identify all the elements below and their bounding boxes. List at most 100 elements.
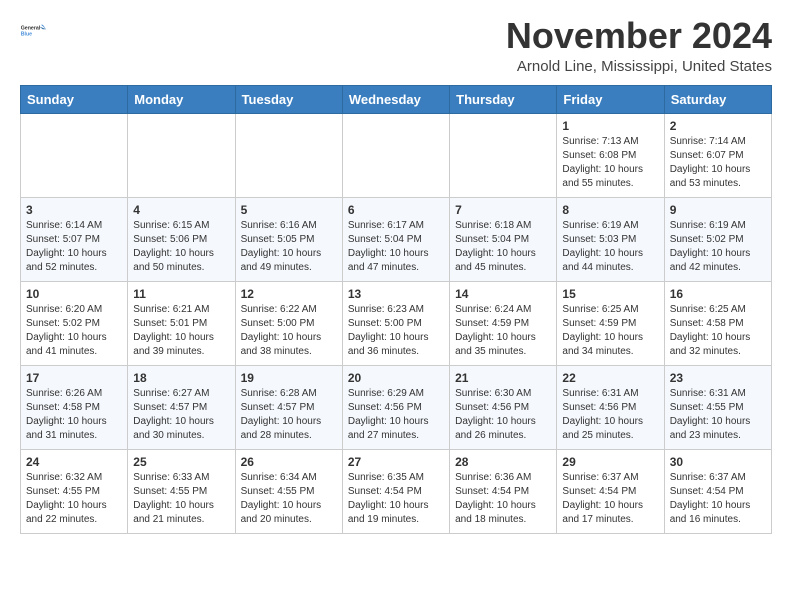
day-number: 21 — [455, 371, 551, 385]
calendar-cell: 27 Sunrise: 6:35 AM Sunset: 4:54 PM Dayli… — [342, 449, 449, 533]
day-info: Sunrise: 7:14 AM Sunset: 6:07 PM Dayligh… — [670, 135, 766, 191]
calendar-cell: 9Sunrise: 6:19 AM Sunset: 5:02 PM Daylig… — [664, 197, 771, 281]
day-info: Sunrise: 6:15 AM Sunset: 5:06 PM Dayligh… — [133, 219, 229, 275]
calendar-cell — [342, 113, 449, 197]
calendar-cell: 18Sunrise: 6:27 AM Sunset: 4:57 PM Dayli… — [128, 365, 235, 449]
calendar-cell: 29 Sunrise: 6:37 AM Sunset: 4:54 PM Dayli… — [557, 449, 664, 533]
day-number: 27 — [348, 455, 444, 469]
day-number: 11 — [133, 287, 229, 301]
header-row: Sunday Monday Tuesday Wednesday Thursday… — [21, 85, 772, 113]
col-sunday: Sunday — [21, 85, 128, 113]
day-info: Sunrise: 6:25 AM Sunset: 4:59 PM Dayligh… — [562, 303, 658, 359]
calendar-cell: 6 Sunrise: 6:17 AM Sunset: 5:04 PM Daylig… — [342, 197, 449, 281]
day-info: Sunrise: 6:23 AM Sunset: 5:00 PM Dayligh… — [348, 303, 444, 359]
col-thursday: Thursday — [450, 85, 557, 113]
day-number: 12 — [241, 287, 337, 301]
day-info: Sunrise: 6:31 AM Sunset: 4:55 PM Dayligh… — [670, 387, 766, 443]
day-number: 1 — [562, 119, 658, 133]
day-number: 6 — [348, 203, 444, 217]
day-info: Sunrise: 6:36 AM Sunset: 4:54 PM Dayligh… — [455, 471, 551, 527]
svg-text:General: General — [21, 25, 41, 31]
day-number: 14 — [455, 287, 551, 301]
calendar-cell: 8 Sunrise: 6:19 AM Sunset: 5:03 PM Daylig… — [557, 197, 664, 281]
calendar-cell: 25 Sunrise: 6:33 AM Sunset: 4:55 PM Dayli… — [128, 449, 235, 533]
calendar-cell: 5 Sunrise: 6:16 AM Sunset: 5:05 PM Daylig… — [235, 197, 342, 281]
day-info: Sunrise: 6:26 AM Sunset: 4:58 PM Dayligh… — [26, 387, 122, 443]
day-info: Sunrise: 6:20 AM Sunset: 5:02 PM Dayligh… — [26, 303, 122, 359]
day-number: 4 — [133, 203, 229, 217]
day-number: 26 — [241, 455, 337, 469]
logo-icon: GeneralBlue — [20, 16, 48, 44]
calendar-cell: 1Sunrise: 7:13 AM Sunset: 6:08 PM Daylig… — [557, 113, 664, 197]
calendar-cell: 23Sunrise: 6:31 AM Sunset: 4:55 PM Dayli… — [664, 365, 771, 449]
calendar-cell — [21, 113, 128, 197]
col-monday: Monday — [128, 85, 235, 113]
calendar-cell: 10Sunrise: 6:20 AM Sunset: 5:02 PM Dayli… — [21, 281, 128, 365]
calendar-cell: 20 Sunrise: 6:29 AM Sunset: 4:56 PM Dayli… — [342, 365, 449, 449]
day-number: 29 — [562, 455, 658, 469]
calendar-cell: 30 Sunrise: 6:37 AM Sunset: 4:54 PM Dayli… — [664, 449, 771, 533]
col-tuesday: Tuesday — [235, 85, 342, 113]
calendar-table: Sunday Monday Tuesday Wednesday Thursday… — [20, 85, 772, 534]
day-number: 20 — [348, 371, 444, 385]
day-info: Sunrise: 6:17 AM Sunset: 5:04 PM Dayligh… — [348, 219, 444, 275]
day-info: Sunrise: 6:33 AM Sunset: 4:55 PM Dayligh… — [133, 471, 229, 527]
day-info: Sunrise: 6:32 AM Sunset: 4:55 PM Dayligh… — [26, 471, 122, 527]
day-number: 30 — [670, 455, 766, 469]
calendar-cell: 11Sunrise: 6:21 AM Sunset: 5:01 PM Dayli… — [128, 281, 235, 365]
calendar-cell: 16 Sunrise: 6:25 AM Sunset: 4:58 PM Dayli… — [664, 281, 771, 365]
day-info: Sunrise: 6:24 AM Sunset: 4:59 PM Dayligh… — [455, 303, 551, 359]
day-info: Sunrise: 6:16 AM Sunset: 5:05 PM Dayligh… — [241, 219, 337, 275]
calendar-cell: 24Sunrise: 6:32 AM Sunset: 4:55 PM Dayli… — [21, 449, 128, 533]
day-number: 7 — [455, 203, 551, 217]
col-friday: Friday — [557, 85, 664, 113]
calendar-week-3: 10Sunrise: 6:20 AM Sunset: 5:02 PM Dayli… — [21, 281, 772, 365]
day-info: Sunrise: 6:19 AM Sunset: 5:02 PM Dayligh… — [670, 219, 766, 275]
day-info: Sunrise: 6:27 AM Sunset: 4:57 PM Dayligh… — [133, 387, 229, 443]
day-info: Sunrise: 6:37 AM Sunset: 4:54 PM Dayligh… — [670, 471, 766, 527]
calendar-cell: 14 Sunrise: 6:24 AM Sunset: 4:59 PM Dayli… — [450, 281, 557, 365]
calendar-cell: 2 Sunrise: 7:14 AM Sunset: 6:07 PM Daylig… — [664, 113, 771, 197]
month-title: November 2024 — [506, 16, 772, 56]
title-block: November 2024 Arnold Line, Mississippi, … — [506, 16, 772, 75]
day-number: 8 — [562, 203, 658, 217]
day-number: 19 — [241, 371, 337, 385]
calendar-cell: 17 Sunrise: 6:26 AM Sunset: 4:58 PM Dayli… — [21, 365, 128, 449]
day-number: 5 — [241, 203, 337, 217]
calendar-cell: 12Sunrise: 6:22 AM Sunset: 5:00 PM Dayli… — [235, 281, 342, 365]
calendar-week-5: 24Sunrise: 6:32 AM Sunset: 4:55 PM Dayli… — [21, 449, 772, 533]
day-number: 15 — [562, 287, 658, 301]
day-info: Sunrise: 6:34 AM Sunset: 4:55 PM Dayligh… — [241, 471, 337, 527]
calendar-cell: 15 Sunrise: 6:25 AM Sunset: 4:59 PM Dayli… — [557, 281, 664, 365]
calendar-cell — [128, 113, 235, 197]
calendar-cell — [235, 113, 342, 197]
day-number: 13 — [348, 287, 444, 301]
calendar-cell: 4 Sunrise: 6:15 AM Sunset: 5:06 PM Daylig… — [128, 197, 235, 281]
calendar-cell: 28 Sunrise: 6:36 AM Sunset: 4:54 PM Dayli… — [450, 449, 557, 533]
day-info: Sunrise: 6:37 AM Sunset: 4:54 PM Dayligh… — [562, 471, 658, 527]
day-number: 16 — [670, 287, 766, 301]
day-info: Sunrise: 6:29 AM Sunset: 4:56 PM Dayligh… — [348, 387, 444, 443]
day-number: 17 — [26, 371, 122, 385]
day-info: Sunrise: 6:14 AM Sunset: 5:07 PM Dayligh… — [26, 219, 122, 275]
location-subtitle: Arnold Line, Mississippi, United States — [506, 58, 772, 75]
col-wednesday: Wednesday — [342, 85, 449, 113]
day-number: 28 — [455, 455, 551, 469]
calendar-cell: 26 Sunrise: 6:34 AM Sunset: 4:55 PM Dayli… — [235, 449, 342, 533]
calendar-cell — [450, 113, 557, 197]
day-number: 22 — [562, 371, 658, 385]
day-info: Sunrise: 6:19 AM Sunset: 5:03 PM Dayligh… — [562, 219, 658, 275]
day-number: 3 — [26, 203, 122, 217]
calendar-week-1: 1Sunrise: 7:13 AM Sunset: 6:08 PM Daylig… — [21, 113, 772, 197]
logo: GeneralBlue — [20, 16, 48, 44]
day-info: Sunrise: 6:31 AM Sunset: 4:56 PM Dayligh… — [562, 387, 658, 443]
day-info: Sunrise: 6:35 AM Sunset: 4:54 PM Dayligh… — [348, 471, 444, 527]
day-number: 25 — [133, 455, 229, 469]
col-saturday: Saturday — [664, 85, 771, 113]
calendar-week-2: 3 Sunrise: 6:14 AM Sunset: 5:07 PM Daylig… — [21, 197, 772, 281]
page-header: GeneralBlue November 2024 Arnold Line, M… — [20, 16, 772, 75]
calendar-cell: 13 Sunrise: 6:23 AM Sunset: 5:00 PM Dayli… — [342, 281, 449, 365]
day-number: 2 — [670, 119, 766, 133]
day-info: Sunrise: 6:25 AM Sunset: 4:58 PM Dayligh… — [670, 303, 766, 359]
day-info: Sunrise: 6:18 AM Sunset: 5:04 PM Dayligh… — [455, 219, 551, 275]
